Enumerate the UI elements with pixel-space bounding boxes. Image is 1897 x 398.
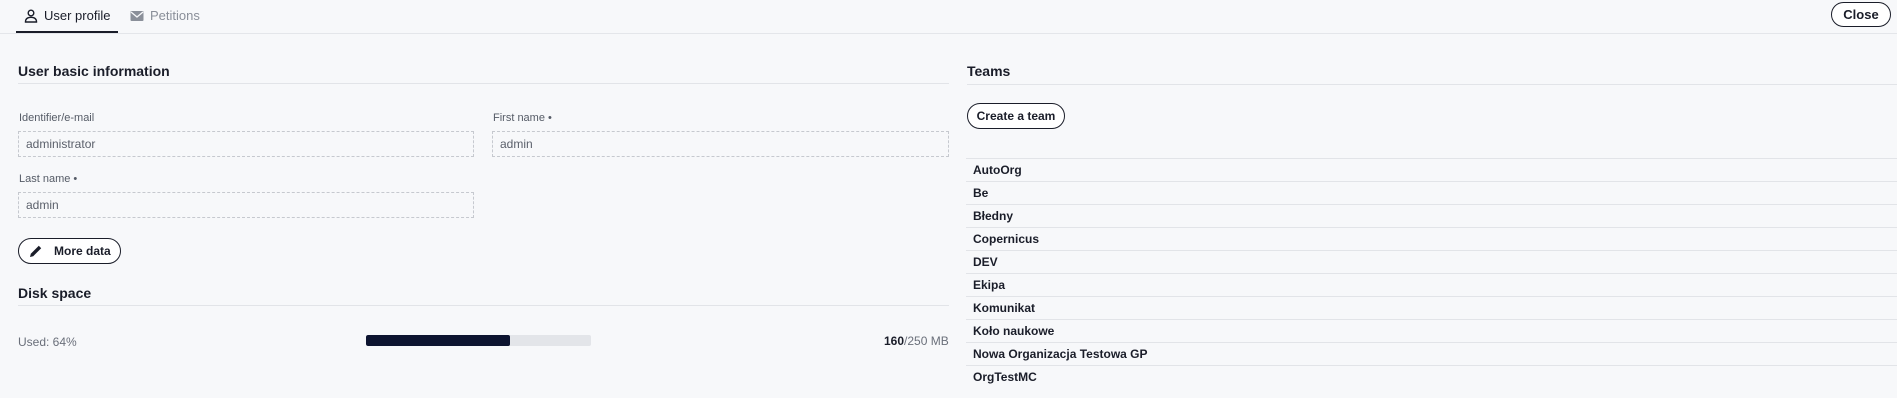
user-icon bbox=[24, 9, 38, 23]
teams-title: Teams bbox=[967, 63, 1011, 79]
create-team-label: Create a team bbox=[976, 109, 1056, 123]
team-item[interactable]: Copernicus bbox=[966, 227, 1897, 250]
more-data-button[interactable]: More data bbox=[18, 238, 121, 264]
disk-usage-amount: 160/250 MB bbox=[884, 334, 949, 348]
tab-petitions[interactable]: Petitions bbox=[130, 0, 200, 31]
team-item[interactable]: Błedny bbox=[966, 204, 1897, 227]
first-name-label: First name • bbox=[493, 112, 552, 124]
team-item[interactable]: Be bbox=[966, 181, 1897, 204]
divider bbox=[18, 305, 949, 306]
disk-total-mb: /250 MB bbox=[904, 334, 949, 348]
tab-bar: User profile Petitions Close bbox=[0, 0, 1897, 34]
close-button[interactable]: Close bbox=[1831, 2, 1891, 27]
disk-usage-progress-bar bbox=[366, 335, 591, 346]
pencil-icon bbox=[30, 245, 42, 257]
last-name-label: Last name • bbox=[19, 173, 78, 185]
tab-user-profile[interactable]: User profile bbox=[16, 0, 119, 33]
envelope-icon bbox=[130, 10, 144, 21]
create-team-button[interactable]: Create a team bbox=[967, 103, 1065, 129]
team-item[interactable]: OrgTestMC bbox=[966, 365, 1897, 388]
divider bbox=[967, 84, 1897, 85]
team-item[interactable]: Koło naukowe bbox=[966, 319, 1897, 342]
disk-used-label: Used: 64% bbox=[18, 335, 77, 349]
team-item[interactable]: Komunikat bbox=[966, 296, 1897, 319]
basic-info-title: User basic information bbox=[18, 63, 170, 79]
team-item[interactable]: DEV bbox=[966, 250, 1897, 273]
identifier-label: Identifier/e-mail bbox=[19, 112, 95, 124]
last-name-field[interactable]: admin bbox=[18, 192, 474, 218]
team-item[interactable]: AutoOrg bbox=[966, 158, 1897, 181]
identifier-field[interactable]: administrator bbox=[18, 131, 474, 157]
first-name-field[interactable]: admin bbox=[492, 131, 949, 157]
tab-petitions-label: Petitions bbox=[150, 8, 200, 23]
team-list: AutoOrg Be Błedny Copernicus DEV Ekipa K… bbox=[966, 158, 1897, 388]
more-data-label: More data bbox=[54, 244, 111, 258]
team-item[interactable]: Ekipa bbox=[966, 273, 1897, 296]
disk-usage-progress-fill bbox=[366, 335, 510, 346]
disk-used-mb: 160 bbox=[884, 334, 905, 348]
tab-user-profile-label: User profile bbox=[44, 8, 111, 23]
team-item[interactable]: Nowa Organizacja Testowa GP bbox=[966, 342, 1897, 365]
disk-space-title: Disk space bbox=[18, 285, 92, 301]
divider bbox=[18, 83, 949, 84]
